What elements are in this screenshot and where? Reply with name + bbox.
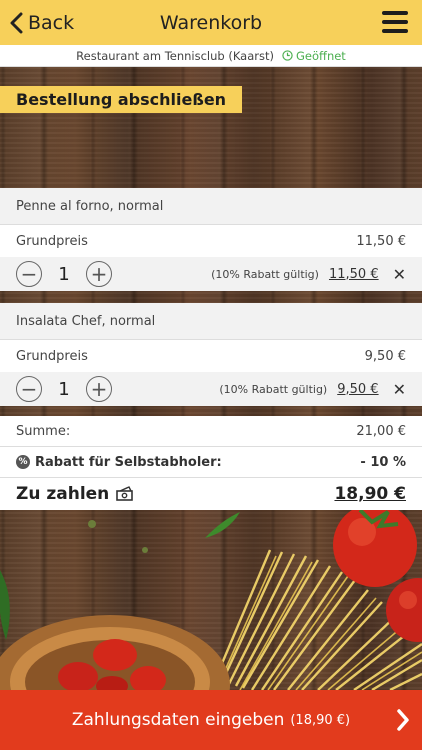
base-price-row: Grundpreis 9,50 €	[0, 340, 422, 372]
back-button[interactable]: Back	[8, 0, 74, 45]
decrease-quantity-button[interactable]: −	[16, 376, 42, 402]
quantity-stepper: − 1 +	[16, 261, 112, 287]
sum-label: Summe:	[16, 423, 71, 439]
pay-button-amount: (18,90 €)	[290, 712, 351, 728]
total-label: Zu zahlen	[16, 484, 110, 504]
cart-item-name: Insalata Chef, normal	[0, 303, 422, 339]
open-status: Geöffnet	[282, 49, 346, 63]
sum-value: 21,00 €	[356, 423, 406, 439]
food-image	[0, 510, 422, 690]
clock-icon	[282, 50, 293, 61]
decrease-quantity-button[interactable]: −	[16, 261, 42, 287]
back-label: Back	[28, 11, 75, 34]
item-name: Insalata Chef, normal	[16, 313, 156, 329]
quantity-row: − 1 + (10% Rabatt gültig) 11,50 € ✕	[0, 257, 422, 291]
open-status-label: Geöffnet	[296, 48, 346, 63]
pay-button-label: Zahlungsdaten eingeben	[71, 710, 285, 730]
base-price-value: 9,50 €	[364, 348, 406, 364]
total-row: Zu zahlen 18,90 €	[0, 478, 422, 510]
discount-row: % Rabatt für Selbstabholer: - 10 %	[0, 447, 422, 477]
base-price-label: Grundpreis	[16, 348, 88, 364]
item-name: Penne al forno, normal	[16, 198, 164, 214]
restaurant-bar: Restaurant am Tennisclub (Kaarst) Geöffn…	[0, 45, 422, 67]
quantity-value: 1	[58, 378, 70, 400]
discount-note: (10% Rabatt gültig)	[219, 382, 328, 396]
quantity-stepper: − 1 +	[16, 376, 112, 402]
base-price-value: 11,50 €	[356, 233, 406, 249]
base-price-row: Grundpreis 11,50 €	[0, 225, 422, 257]
discount-icon: %	[16, 455, 30, 469]
cash-icon	[116, 486, 134, 501]
chevron-right-icon	[397, 709, 409, 731]
cart-item-name: Penne al forno, normal	[0, 188, 422, 224]
discount-label: Rabatt für Selbstabholer:	[35, 454, 222, 470]
remove-item-icon[interactable]: ✕	[393, 380, 406, 399]
sum-row: Summe: 21,00 €	[0, 416, 422, 446]
enter-payment-button[interactable]: Zahlungsdaten eingeben (18,90 €)	[0, 690, 422, 750]
discount-value: - 10 %	[360, 454, 406, 470]
total-value: 18,90 €	[334, 484, 406, 504]
section-banner: Bestellung abschließen	[0, 86, 243, 113]
increase-quantity-button[interactable]: +	[86, 376, 112, 402]
increase-quantity-button[interactable]: +	[86, 261, 112, 287]
restaurant-name: Restaurant am Tennisclub (Kaarst)	[76, 48, 274, 63]
hamburger-menu-icon[interactable]	[382, 11, 408, 33]
discount-note: (10% Rabatt gültig)	[211, 267, 319, 281]
quantity-row: − 1 + (10% Rabatt gültig) 9,50 € ✕	[0, 372, 422, 406]
item-price[interactable]: 11,50 €	[329, 267, 379, 282]
quantity-value: 1	[58, 263, 70, 285]
base-price-label: Grundpreis	[16, 233, 88, 249]
chevron-left-icon	[10, 12, 23, 33]
item-price[interactable]: 9,50 €	[337, 382, 378, 397]
remove-item-icon[interactable]: ✕	[393, 265, 406, 284]
top-bar: Back Warenkorb	[0, 0, 422, 45]
